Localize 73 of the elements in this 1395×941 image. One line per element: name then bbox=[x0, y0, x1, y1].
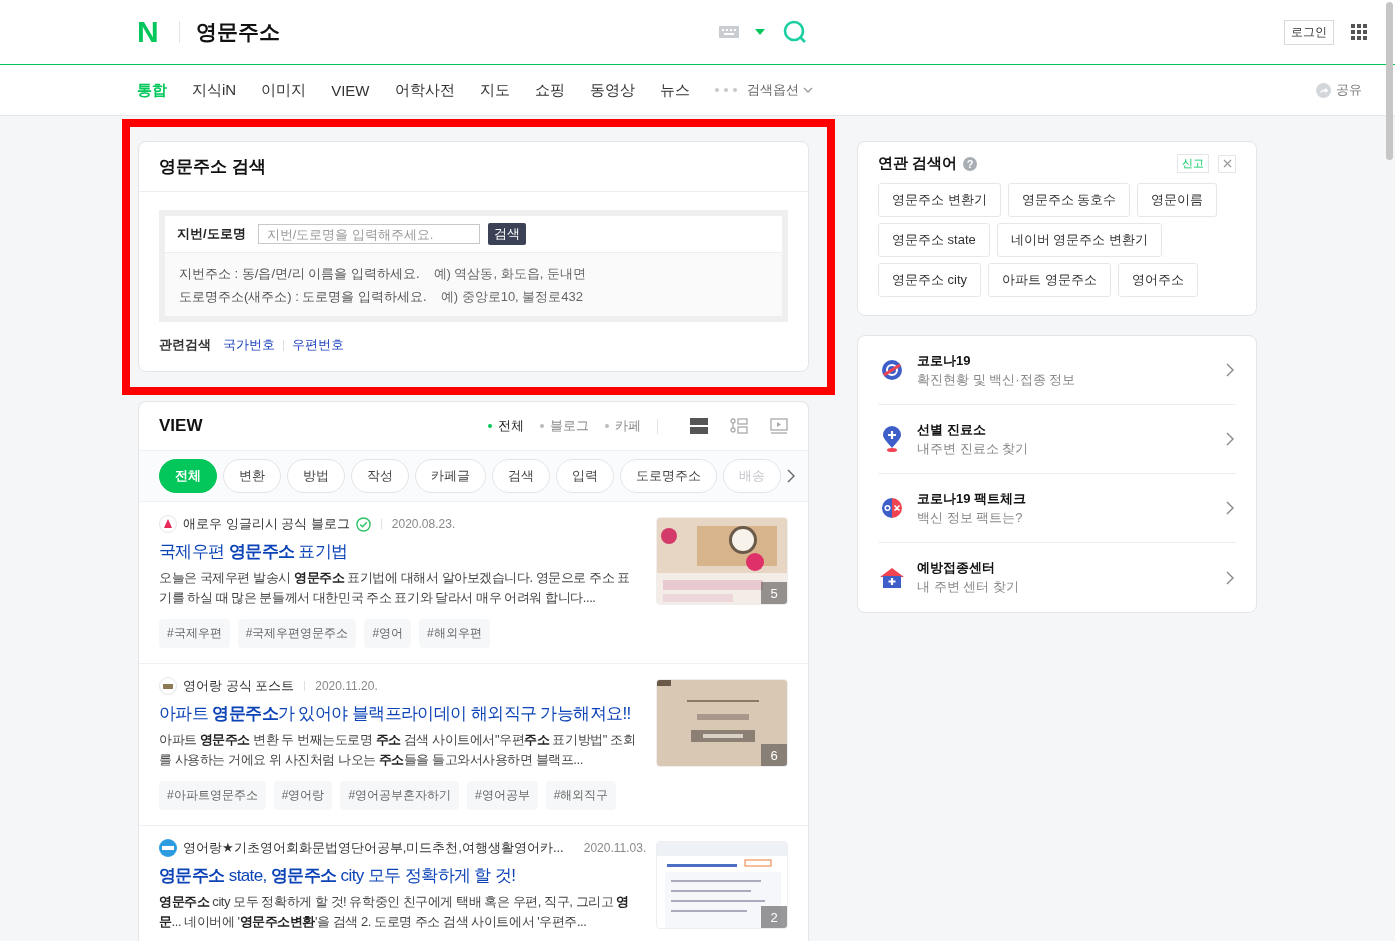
hashtag[interactable]: #영어랑 bbox=[273, 781, 333, 810]
related-term[interactable]: 아파트 영문주소 bbox=[988, 263, 1111, 297]
hashtag[interactable]: #아파트영문주소 bbox=[159, 781, 266, 810]
related-term[interactable]: 영어주소 bbox=[1117, 263, 1198, 297]
hint-text: 지번주소 : 동/읍/면/리 이름을 입력하세요. 예) 역삼동, 화도읍, 둔내면 bbox=[179, 265, 587, 283]
shortcut-title[interactable]: 코로나19 bbox=[917, 351, 1213, 370]
post-date: 2020.11.03. bbox=[583, 841, 647, 855]
related-link[interactable]: 우편번호 bbox=[292, 336, 344, 354]
filter-tab[interactable]: 전체 bbox=[488, 417, 524, 435]
search-options-button[interactable]: 검색옵션 bbox=[746, 81, 813, 99]
keyword-chip[interactable]: 작성 bbox=[351, 459, 409, 493]
shortcut-subtitle: 백신 정보 팩트는? bbox=[917, 508, 1024, 527]
section-title: VIEW bbox=[159, 416, 203, 436]
post-snippet: 영문주소 city 모두 정확하게 할 것! 유학중인 친구에게 택배 혹은 우편, 직구, 그리고 영문... 네이버에 '영문주소변환'을 검색 2. 도로명 주소 검색 사이트에서 '우편주... bbox=[159, 893, 630, 931]
nav-tab[interactable]: 쇼핑 bbox=[534, 80, 565, 100]
related-term[interactable]: 영문주소 동호수 bbox=[1007, 183, 1131, 217]
keyword-chip[interactable]: 방법 bbox=[287, 459, 345, 493]
nav-tab[interactable]: 동영상 bbox=[589, 80, 635, 100]
related-term[interactable]: 네이버 영문주소 변환기 bbox=[996, 223, 1163, 257]
source-name[interactable]: 영어랑 공식 포스트 bbox=[183, 677, 295, 695]
search-button[interactable]: 검색 bbox=[487, 223, 526, 245]
share-button[interactable]: 공유 bbox=[1316, 81, 1362, 99]
keyword-chip[interactable]: 도로명주소 bbox=[620, 459, 717, 493]
hashtag[interactable]: #해외우편 bbox=[419, 619, 490, 648]
post-title[interactable]: 아파트 영문주소가 있어야 블랙프라이데이 해외직구 가능해져요!! bbox=[159, 702, 636, 726]
shortcut-title[interactable]: 코로나19 팩트체크 bbox=[917, 489, 1213, 508]
keyword-chip[interactable]: 변환 bbox=[223, 459, 281, 493]
shortcut-title[interactable]: 선별 진료소 bbox=[917, 420, 1213, 439]
login-button[interactable]: 로그인 bbox=[1284, 19, 1334, 45]
post-date: 2020.08.23. bbox=[391, 517, 456, 531]
hashtag[interactable]: #해외직구 bbox=[545, 781, 617, 810]
nav-tab[interactable]: VIEW bbox=[331, 81, 370, 99]
hint-text: 도로명주소(새주소) : 도로명을 입력하세요. 예) 중앙로10, 불정로432 bbox=[179, 288, 585, 306]
field-label: 지번/도로명 bbox=[177, 225, 246, 243]
hashtag[interactable]: #영어공부혼자하기 bbox=[340, 781, 460, 810]
nav-tab[interactable]: 지도 bbox=[479, 80, 510, 100]
hashtag[interactable]: #영어 bbox=[364, 619, 412, 648]
related-link[interactable]: 국가번호 bbox=[223, 336, 275, 354]
nav-tab[interactable]: 이미지 bbox=[261, 80, 307, 100]
card-title: 영문주소 검색 bbox=[139, 142, 808, 192]
filter-tab[interactable]: 블로그 bbox=[540, 417, 589, 435]
source-name[interactable]: 영어랑★기초영어회화문법영단어공부,미드추천,여행생활영어카... bbox=[183, 839, 564, 857]
shortcut-subtitle: 내주변 진료소 찾기 bbox=[917, 439, 1030, 458]
keyword-chip[interactable]: 검색 bbox=[492, 459, 550, 493]
shortcut-subtitle: 내 주변 센터 찾기 bbox=[917, 578, 1020, 596]
keyword-chip[interactable]: 입력 bbox=[556, 459, 614, 493]
related-label: 관련검색 bbox=[159, 336, 211, 354]
hashtag[interactable]: #영어공부 bbox=[467, 781, 538, 810]
post-snippet: 오늘은 국제우편 발송시 영문주소 표기법에 대해서 알아보겠습니다. 영문으로 주소 표기를 하실 때 많은 분들께서 대한민국 주소 표기와 달라서 매우 어려워 합니다.... bbox=[159, 569, 631, 607]
section-title: 연관 검색어 bbox=[878, 154, 958, 173]
related-term[interactable]: 영문주소 state bbox=[878, 223, 990, 257]
post-title[interactable]: 영문주소 state, 영문주소 city 모두 정확하게 할 것! bbox=[159, 864, 636, 888]
hashtag[interactable]: #국제우편 bbox=[159, 619, 230, 648]
related-term[interactable]: 영문이름 bbox=[1137, 183, 1218, 217]
shortcut-subtitle: 확진현황 및 백신·접종 정보 bbox=[917, 370, 1077, 389]
related-term[interactable]: 영문주소 city bbox=[878, 263, 982, 297]
hashtag[interactable]: #국제우편영문주소 bbox=[237, 619, 357, 648]
post-title[interactable]: 국제우편 영문주소 표기법 bbox=[159, 540, 636, 564]
image-count: 5 bbox=[761, 582, 787, 604]
nav-tab[interactable]: 뉴스 bbox=[659, 80, 690, 100]
image-count: 2 bbox=[761, 906, 787, 928]
source-name[interactable]: 애로우 잉글리시 공식 블로그 bbox=[183, 515, 350, 533]
image-count: 6 bbox=[761, 744, 787, 766]
shortcut-title[interactable]: 예방접종센터 bbox=[917, 559, 1213, 577]
related-term[interactable]: 영문주소 변환기 bbox=[878, 183, 1001, 217]
keyword-chip[interactable]: 카페글 bbox=[415, 459, 486, 493]
post-snippet: 아파트 영문주소 변환 두 번째는도로명 주소 검색 사이트에서"우편주소 표기방법" 조회를 사용하는 거에요 위 사진처럼 나오는 주소들을 들고와서사용하면 블랙프... bbox=[159, 731, 636, 769]
post-date: 2020.11.20. bbox=[315, 679, 378, 693]
nav-tab[interactable]: 지식iN bbox=[192, 80, 237, 100]
filter-tab[interactable]: 카페 bbox=[605, 417, 641, 435]
nav-tab[interactable]: 어학사전 bbox=[394, 80, 455, 100]
address-input[interactable]: 지번/도로명을 입력해주세요. bbox=[257, 224, 480, 244]
search-query[interactable]: 영문주소 bbox=[195, 18, 719, 46]
